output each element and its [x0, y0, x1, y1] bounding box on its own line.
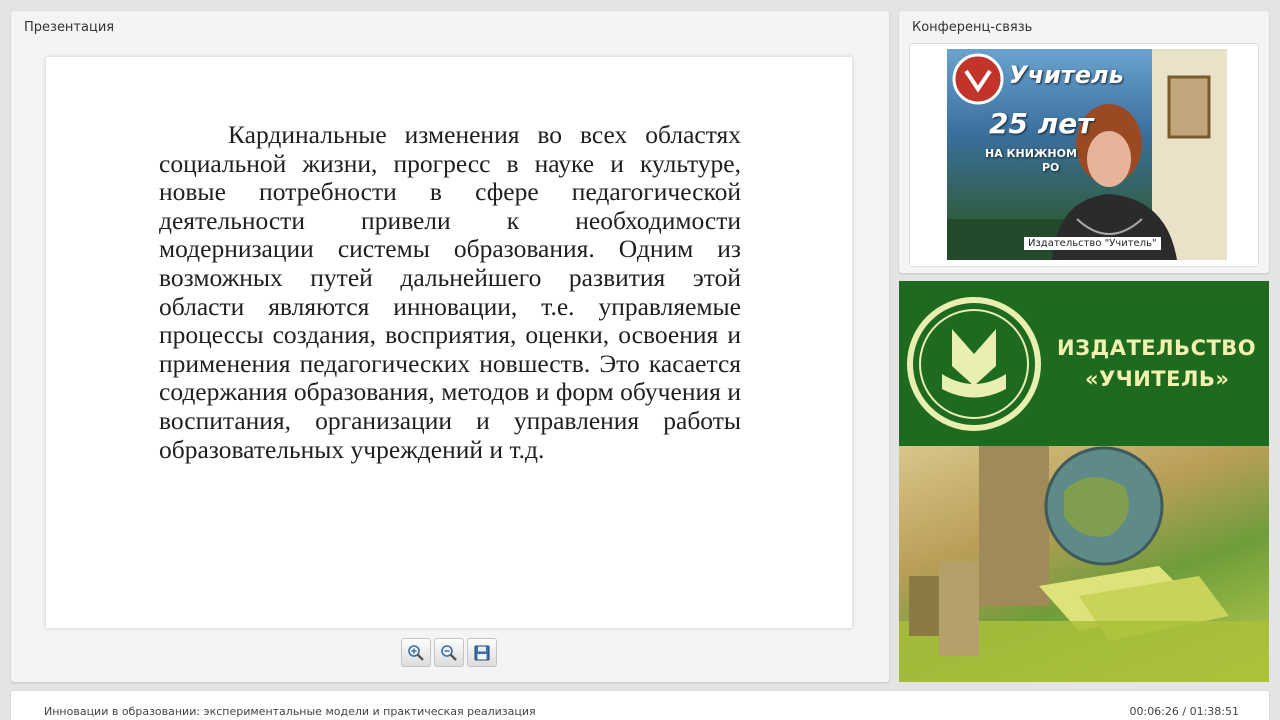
slide: Кардинальные изменения во всех областях …	[46, 57, 852, 628]
ad-title-line1: ИЗДАТЕЛЬСТВО	[1057, 336, 1257, 360]
banner-brand: Учитель	[1009, 61, 1124, 89]
banner-line2: РО	[1042, 161, 1060, 174]
footer-bar: Инновации в образовании: экспериментальн…	[11, 691, 1269, 720]
video-frame: Учитель 25 лет НА КНИЖНОМ РО Издательств…	[909, 43, 1259, 267]
presentation-panel: Презентация Кардинальные изменения во вс…	[11, 11, 889, 682]
zoom-out-button[interactable]	[434, 638, 464, 667]
ad-header: ИЗДАТЕЛЬСТВО «УЧИТЕЛЬ»	[899, 281, 1269, 446]
publisher-logo-icon	[907, 297, 1041, 431]
video-caption: Издательство "Учитель"	[1024, 237, 1161, 250]
save-icon	[474, 645, 490, 660]
slide-text: Кардинальные изменения во всех областях …	[159, 120, 741, 464]
conference-panel: Конференц-связь Учитель 25 лет НА КНИЖНО…	[899, 11, 1269, 273]
presentation-title: Презентация	[24, 20, 115, 35]
ad-title-line2: «УЧИТЕЛЬ»	[1085, 367, 1230, 391]
publisher-ad[interactable]: ИЗДАТЕЛЬСТВО «УЧИТЕЛЬ»	[899, 281, 1269, 682]
books-globe-illustration	[899, 446, 1269, 682]
zoom-in-icon	[408, 644, 424, 661]
zoom-in-button[interactable]	[401, 638, 431, 667]
slide-toolbar	[401, 638, 497, 667]
zoom-out-icon	[441, 644, 457, 661]
conference-title: Конференц-связь	[912, 20, 1033, 35]
banner-line: НА КНИЖНОМ	[985, 147, 1077, 160]
ad-books-image	[899, 446, 1269, 682]
course-title: Инновации в образовании: экспериментальн…	[44, 705, 536, 718]
playback-time: 00:06:26 / 01:38:51	[1129, 705, 1239, 718]
video-feed[interactable]: Учитель 25 лет НА КНИЖНОМ РО Издательств…	[947, 49, 1227, 260]
banner-years: 25 лет	[989, 107, 1094, 140]
save-button[interactable]	[467, 638, 497, 667]
